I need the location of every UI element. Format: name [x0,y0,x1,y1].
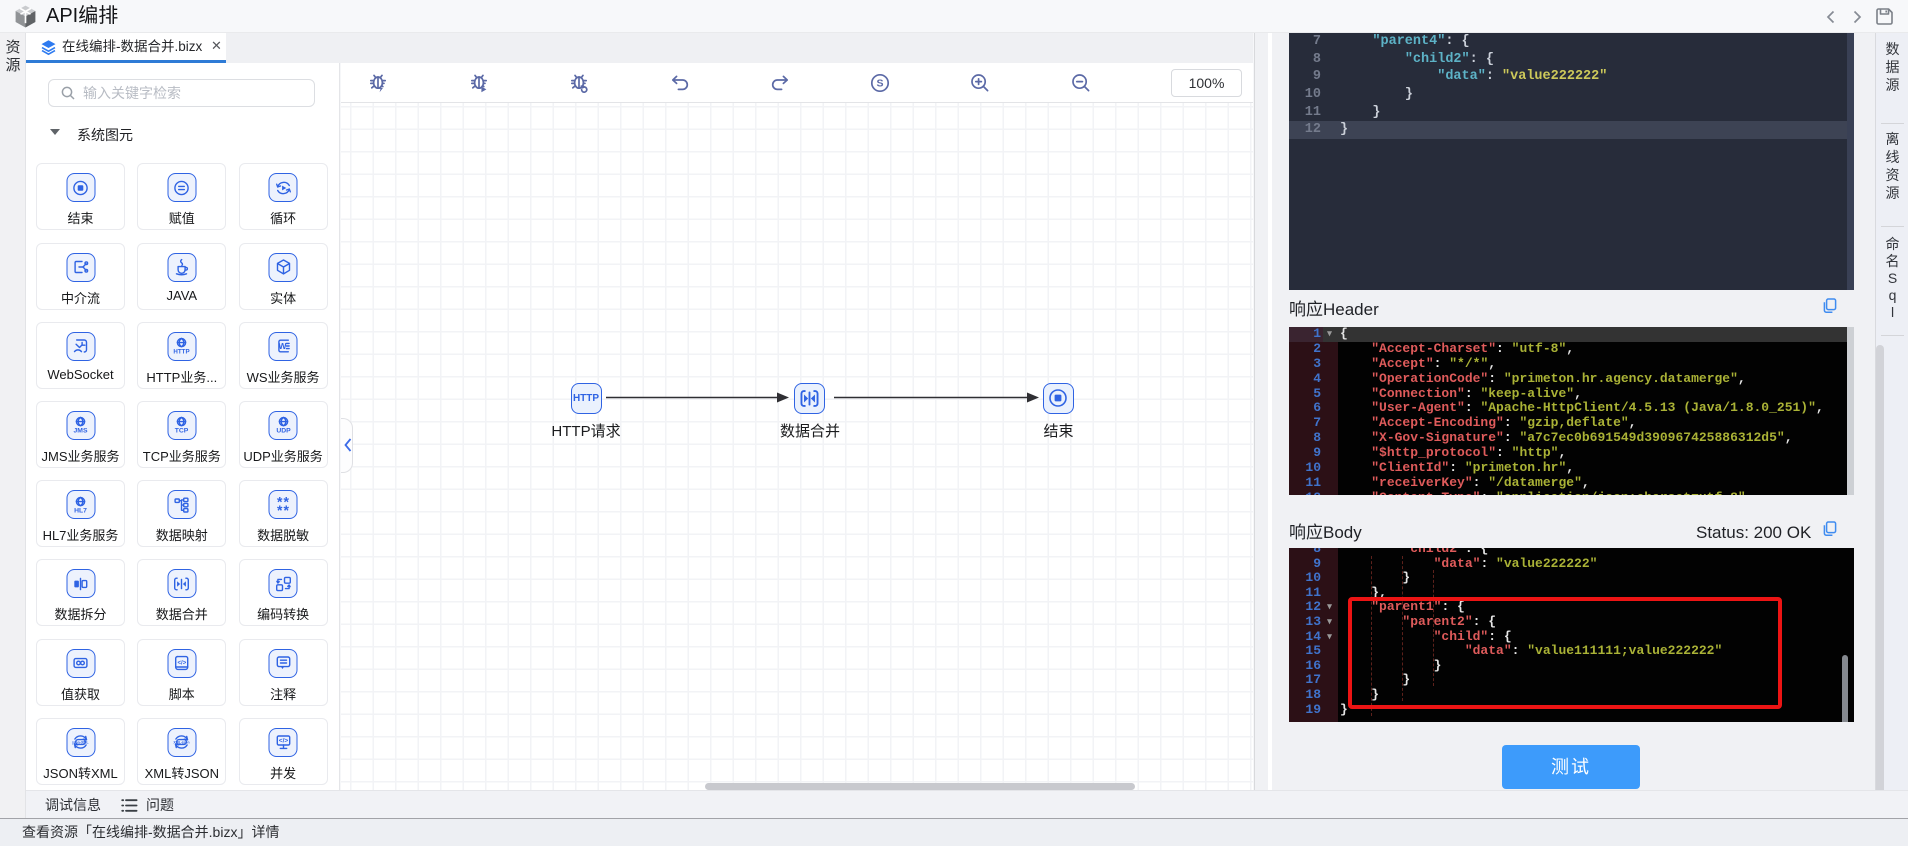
svg-text:json-XML: json-XML [72,740,90,744]
svg-text:HTTP: HTTP [174,349,190,356]
svg-text:JMS: JMS [74,428,88,435]
svg-text:HL7: HL7 [74,507,87,514]
svg-text:UDP: UDP [276,428,291,435]
svg-text:</>: </> [178,660,187,666]
svg-text:TCP: TCP [175,428,189,435]
svg-text:XML-json: XML-json [174,740,190,744]
svg-text:</>: </> [278,738,288,745]
svg-text:**: ** [277,502,290,514]
